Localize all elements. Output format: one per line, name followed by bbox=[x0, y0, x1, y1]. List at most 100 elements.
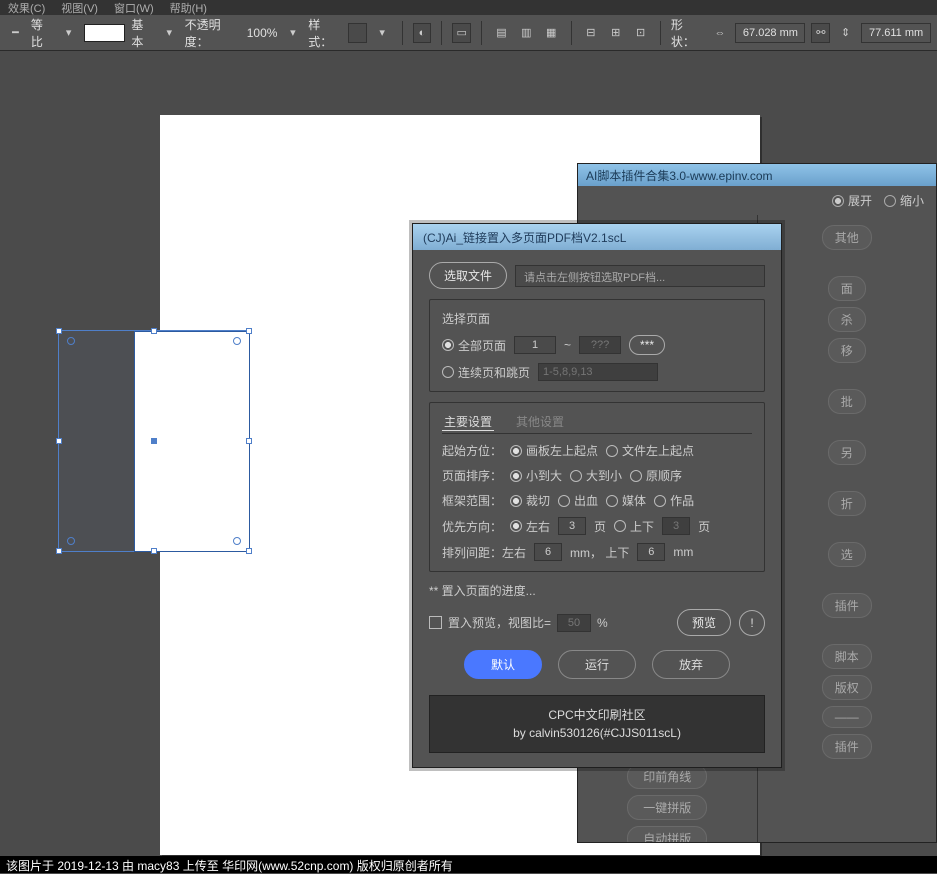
plugin-action[interactable]: 批 bbox=[828, 389, 866, 414]
plugin-action[interactable]: 自动拼版 bbox=[627, 826, 707, 843]
anchor[interactable] bbox=[233, 337, 241, 345]
align-icon[interactable]: ⊞ bbox=[606, 23, 625, 43]
doc-setup-icon[interactable]: ▭ bbox=[452, 23, 471, 43]
menu-item[interactable]: 视图(V) bbox=[61, 0, 98, 15]
chevron-down-icon[interactable]: ▾ bbox=[373, 23, 392, 43]
separator bbox=[660, 21, 661, 45]
jump-input[interactable] bbox=[538, 363, 658, 381]
align-icon[interactable]: ⊟ bbox=[582, 23, 601, 43]
credit-box: CPC中文印刷社区 by calvin530126(#CJJS011scL) bbox=[429, 695, 765, 753]
dir-lr-n[interactable] bbox=[558, 517, 586, 535]
shape-label: 形状： bbox=[671, 16, 705, 50]
profile-label[interactable]: 基本 bbox=[131, 16, 153, 50]
align-icon[interactable]: ▦ bbox=[542, 23, 561, 43]
stroke-mode[interactable]: 等比 bbox=[31, 16, 53, 50]
pick-file-button[interactable]: 选取文件 bbox=[429, 262, 507, 289]
start-file-radio[interactable]: 文件左上起点 bbox=[606, 442, 694, 459]
menu-item[interactable]: 窗口(W) bbox=[114, 0, 154, 15]
anchor[interactable] bbox=[233, 537, 241, 545]
handle[interactable] bbox=[56, 548, 62, 554]
info-button[interactable]: ! bbox=[739, 610, 765, 636]
menu-item[interactable]: 帮助(H) bbox=[170, 0, 207, 15]
tab-other[interactable]: 其他设置 bbox=[514, 413, 566, 431]
preview-button[interactable]: 预览 bbox=[677, 609, 731, 636]
handle[interactable] bbox=[151, 548, 157, 554]
credit-line: CPC中文印刷社区 bbox=[430, 706, 764, 724]
stroke-swatch-icon[interactable]: ━ bbox=[6, 23, 25, 43]
cancel-button[interactable]: 放弃 bbox=[652, 650, 730, 679]
plugin-action[interactable]: 另 bbox=[828, 440, 866, 465]
plugin-action[interactable]: 插件 bbox=[822, 734, 872, 759]
recolor-icon[interactable]: ◐ bbox=[413, 23, 432, 43]
plugin-action[interactable]: 面 bbox=[828, 276, 866, 301]
plugin-action[interactable]: 折 bbox=[828, 491, 866, 516]
handle[interactable] bbox=[151, 328, 157, 334]
frame-media-radio[interactable]: 媒体 bbox=[606, 492, 646, 509]
separator bbox=[481, 21, 482, 45]
anchor[interactable] bbox=[67, 537, 75, 545]
handle[interactable] bbox=[246, 548, 252, 554]
sort-asc-radio[interactable]: 小到大 bbox=[510, 467, 562, 484]
plugin-action[interactable]: 移 bbox=[828, 338, 866, 363]
sort-desc-radio[interactable]: 大到小 bbox=[570, 467, 622, 484]
chevron-down-icon[interactable]: ▾ bbox=[160, 23, 179, 43]
expand-radio[interactable]: 展开 bbox=[832, 192, 872, 209]
preview-checkbox[interactable]: 置入预览，视图比= % bbox=[429, 614, 608, 632]
anchor[interactable] bbox=[67, 337, 75, 345]
star-button[interactable]: *** bbox=[629, 335, 665, 355]
shrink-radio[interactable]: 缩小 bbox=[884, 192, 924, 209]
range-from-input[interactable] bbox=[514, 336, 556, 354]
style-label: 样式： bbox=[308, 16, 342, 50]
plugin-action[interactable]: 脚本 bbox=[822, 644, 872, 669]
dir-ud-radio[interactable]: 上下 bbox=[614, 518, 654, 535]
plugin-action[interactable]: 插件 bbox=[822, 593, 872, 618]
dir-lr-radio[interactable]: 左右 bbox=[510, 518, 550, 535]
chevron-down-icon[interactable]: ▾ bbox=[59, 23, 78, 43]
center-point[interactable] bbox=[151, 438, 157, 444]
height-field[interactable] bbox=[861, 23, 931, 43]
plugin-action[interactable]: 其他 bbox=[822, 225, 872, 250]
credit-line: by calvin530126(#CJJS011scL) bbox=[430, 724, 764, 742]
style-swatch[interactable] bbox=[348, 23, 367, 43]
plugin-action[interactable]: 一键拼版 bbox=[627, 795, 707, 820]
selection-bounds[interactable] bbox=[58, 330, 250, 552]
plugin-action[interactable]: 选 bbox=[828, 542, 866, 567]
handle[interactable] bbox=[56, 328, 62, 334]
handle[interactable] bbox=[56, 438, 62, 444]
unit: 页 bbox=[594, 518, 606, 535]
separator bbox=[402, 21, 403, 45]
align-icon[interactable]: ⊡ bbox=[631, 23, 650, 43]
handle[interactable] bbox=[246, 438, 252, 444]
main-settings-group: 主要设置 其他设置 起始方位： 画板左上起点 文件左上起点 页面排序： 小到大 … bbox=[429, 402, 765, 572]
gap-v-input[interactable] bbox=[637, 543, 665, 561]
plugin-action[interactable]: 版权 bbox=[822, 675, 872, 700]
align-icon[interactable]: ▤ bbox=[492, 23, 511, 43]
jump-pages-radio[interactable]: 连续页和跳页 bbox=[442, 364, 530, 381]
start-artboard-radio[interactable]: 画板左上起点 bbox=[510, 442, 598, 459]
link-w-icon: ⇔ bbox=[711, 23, 730, 43]
frame-trim-radio[interactable]: 裁切 bbox=[510, 492, 550, 509]
preview-pct bbox=[557, 614, 591, 632]
menu-item[interactable]: 效果(C) bbox=[8, 0, 45, 15]
opacity-value[interactable]: 100% bbox=[247, 26, 278, 40]
frame-art-radio[interactable]: 作品 bbox=[654, 492, 694, 509]
default-button[interactable]: 默认 bbox=[464, 650, 542, 679]
link-icon[interactable]: ⚯ bbox=[811, 23, 830, 43]
plugin-panel-title: AI脚本插件合集3.0-www.epinv.com bbox=[578, 164, 936, 186]
chevron-down-icon[interactable]: ▾ bbox=[283, 23, 302, 43]
tab-main[interactable]: 主要设置 bbox=[442, 413, 494, 431]
brush-swatch[interactable] bbox=[84, 24, 125, 42]
width-field[interactable] bbox=[735, 23, 805, 43]
plugin-action[interactable]: 杀 bbox=[828, 307, 866, 332]
opacity-label: 不透明度： bbox=[185, 16, 241, 50]
sort-orig-radio[interactable]: 原顺序 bbox=[630, 467, 682, 484]
plugin-column-2: 其他面杀移批另折选插件脚本版权——插件 bbox=[758, 215, 937, 843]
frame-bleed-radio[interactable]: 出血 bbox=[558, 492, 598, 509]
menu-bar[interactable]: 效果(C) 视图(V) 窗口(W) 帮助(H) bbox=[0, 0, 937, 15]
run-button[interactable]: 运行 bbox=[558, 650, 636, 679]
handle[interactable] bbox=[246, 328, 252, 334]
align-icon[interactable]: ▥ bbox=[517, 23, 536, 43]
gap-h-input[interactable] bbox=[534, 543, 562, 561]
plugin-action[interactable]: —— bbox=[822, 706, 872, 728]
all-pages-radio[interactable]: 全部页面 bbox=[442, 337, 506, 354]
